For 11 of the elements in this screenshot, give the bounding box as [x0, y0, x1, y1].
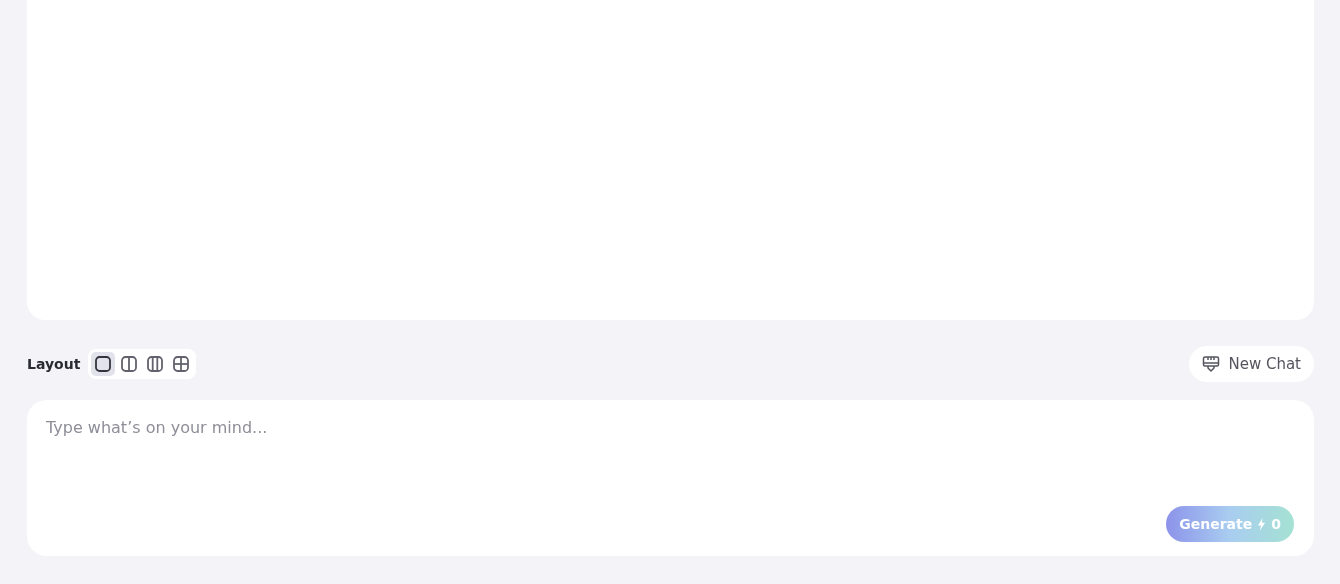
three-column-icon	[146, 355, 165, 373]
new-chat-button[interactable]: New Chat	[1189, 346, 1314, 382]
single-pane-icon	[94, 355, 113, 373]
layout-label: Layout	[27, 354, 81, 374]
two-column-icon	[120, 355, 139, 373]
lightning-icon	[1257, 517, 1267, 531]
brush-icon	[1202, 355, 1221, 373]
generate-button[interactable]: Generate 0	[1166, 506, 1294, 542]
grid-icon	[172, 355, 191, 373]
prompt-field[interactable]: Type what’s on your mind... Generate 0	[27, 400, 1314, 556]
layout-option[interactable]	[91, 352, 116, 376]
